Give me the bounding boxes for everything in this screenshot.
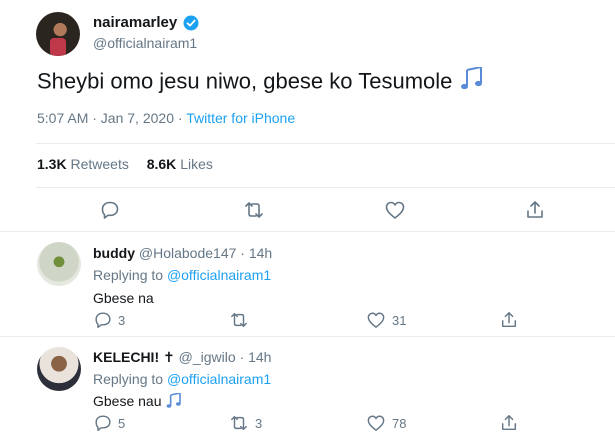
likes-count: 8.6K [146,156,177,172]
share-icon[interactable] [500,413,518,433]
share-icon[interactable] [525,199,545,221]
reply-handle[interactable]: @Holabode147 [139,245,237,261]
reply-count: 3 [118,313,126,328]
likes-label: Likes [180,156,213,172]
replying-to-link[interactable]: @officialnairam1 [167,267,271,283]
likes-stat[interactable]: 8.6K Likes [147,156,213,172]
divider [0,336,615,337]
divider [36,143,615,144]
reply-header: KELECHI! ✝ @_igwilo · 14h [93,349,271,366]
retweets-label: Retweets [70,156,129,172]
musical-notes-icon [165,392,183,412]
reply-text: Gbese nau [93,392,183,412]
retweets-count: 1.3K [37,156,67,172]
musical-notes-icon [459,65,485,98]
tweet-stats: 1.3K Retweets 8.6K Likes [37,156,213,172]
reply-display-name[interactable]: KELECHI! ✝ [93,349,175,365]
tweet-text-content: Sheybi omo jesu niwo, gbese ko Tesumole [37,68,453,94]
tweet-meta: 5:07 AM · Jan 7, 2020 · Twitter for iPho… [37,110,295,126]
divider [36,187,615,188]
reply-avatar[interactable] [37,347,81,391]
replying-to: Replying to @officialnairam1 [93,371,271,387]
reply-avatar[interactable] [37,242,81,286]
retweets-stat[interactable]: 1.3K Retweets [37,156,133,172]
reply-time[interactable]: 14h [248,349,271,365]
replying-to-link[interactable]: @officialnairam1 [167,371,271,387]
reply-icon[interactable] [93,310,113,330]
retweet-icon[interactable] [243,200,265,220]
divider [0,231,615,232]
retweet-count: 3 [255,416,263,431]
like-icon[interactable] [384,200,406,220]
meta-separator: · [177,110,187,126]
reply-count: 5 [118,416,126,431]
like-icon[interactable] [366,414,386,432]
author-display-name[interactable]: nairamarley [93,14,177,31]
reply-icon[interactable] [93,413,113,433]
reply-icon[interactable] [99,199,121,221]
retweet-icon[interactable] [229,414,249,432]
reply-display-name[interactable]: buddy [93,245,135,261]
reply-handle[interactable]: @_igwilo [179,349,236,365]
tweet-date[interactable]: 5:07 AM · Jan 7, 2020 [37,110,174,126]
reply-header: buddy @Holabode147 · 14h [93,245,272,261]
reply-text-content: Gbese nau [93,393,162,410]
verified-badge-icon [183,15,199,31]
author-handle[interactable]: @officialnairam1 [93,35,197,51]
replying-to: Replying to @officialnairam1 [93,267,271,283]
replying-to-label: Replying to [93,267,164,283]
like-icon[interactable] [366,311,386,329]
author-avatar[interactable] [36,12,80,56]
reply-text: Gbese na [93,290,154,306]
retweet-icon[interactable] [229,311,249,329]
reply-separator: · [240,245,245,261]
replying-to-label: Replying to [93,371,164,387]
reply-separator: · [239,349,245,365]
share-icon[interactable] [500,310,518,330]
tweet-text: Sheybi omo jesu niwo, gbese ko Tesumole [37,65,485,98]
reply-time[interactable]: 14h [249,245,272,261]
like-count: 31 [392,313,407,328]
tweet-source-link[interactable]: Twitter for iPhone [186,110,295,126]
like-count: 78 [392,416,407,431]
